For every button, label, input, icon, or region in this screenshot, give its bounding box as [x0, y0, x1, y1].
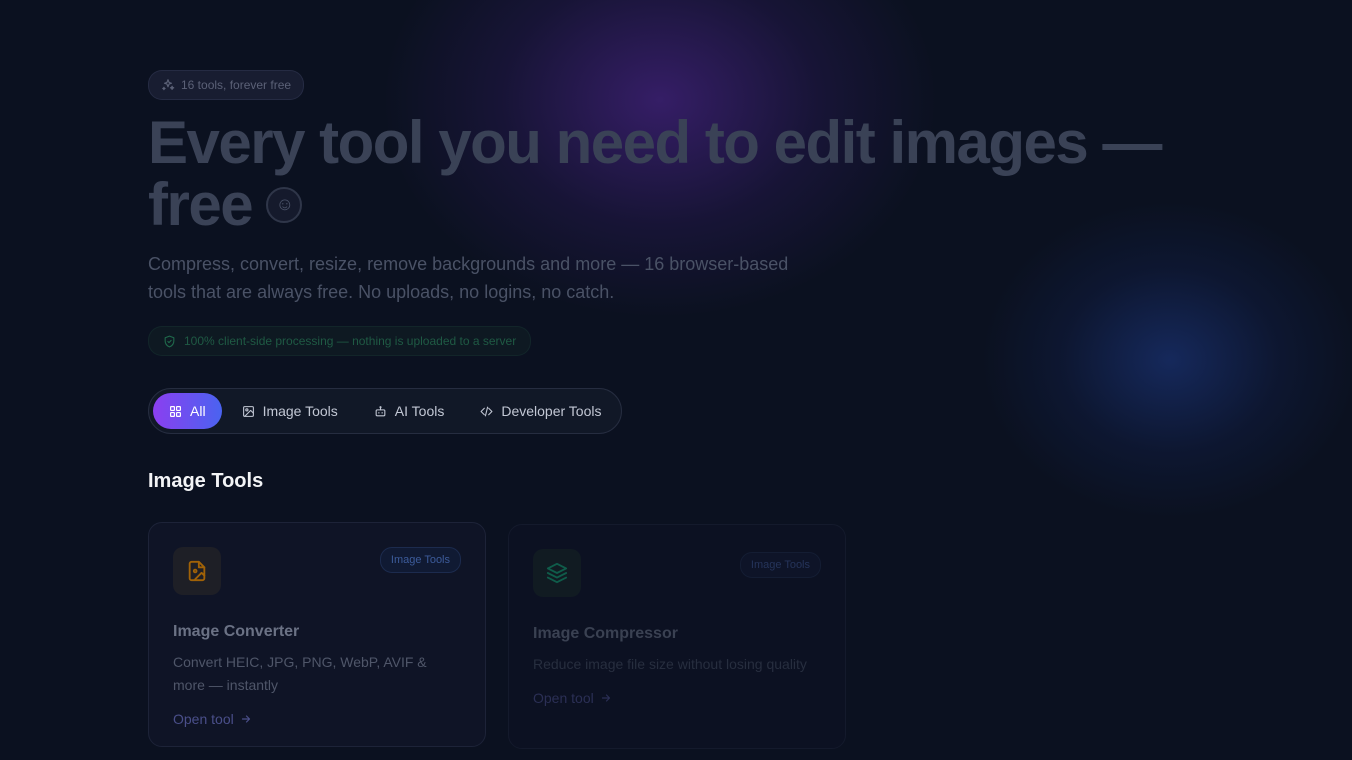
privacy-notice: 100% client-side processing — nothing is… — [148, 326, 532, 356]
page-subtitle: Compress, convert, resize, remove backgr… — [148, 254, 789, 302]
sparkles-icon — [162, 79, 175, 91]
open-tool-link[interactable]: Open tool — [533, 690, 821, 706]
filter-image-tools-button[interactable]: Image Tools — [226, 393, 354, 429]
tools-count-badge: 16 tools, forever free — [148, 70, 305, 100]
file-image-icon — [188, 560, 206, 582]
card-category-tag: Image Tools — [379, 547, 461, 573]
filter-all-button[interactable]: All — [153, 393, 222, 429]
bot-icon — [375, 405, 386, 416]
card-icon-box — [173, 547, 221, 595]
page-title-text: Every tool you need to edit images — fre… — [148, 109, 1162, 238]
open-tool-link[interactable]: Open tool — [173, 711, 461, 727]
arrow-right-icon — [601, 694, 610, 702]
card-title: Image Compressor — [533, 625, 678, 642]
grid-icon — [170, 405, 181, 417]
open-tool-label: Open tool — [533, 690, 594, 706]
shield-check-icon — [164, 335, 175, 347]
page-title: Every tool you need to edit images — fre… — [148, 112, 1248, 236]
card-icon-box — [533, 549, 581, 597]
card-category-tag: Image Tools — [739, 552, 821, 578]
tool-card-image-compressor[interactable]: Image Tools Image Compressor Reduce imag… — [508, 524, 846, 749]
face-emoji-icon: ☺ — [266, 187, 303, 224]
filter-all-label: All — [190, 403, 206, 419]
filter-developer-tools-button[interactable]: Developer Tools — [464, 393, 617, 429]
category-filter-bar: All Image Tools AI Tools Developer Tools — [148, 388, 623, 434]
card-description: Convert HEIC, JPG, PNG, WebP, AVIF & mor… — [173, 654, 427, 693]
section-title: Image Tools — [148, 470, 264, 492]
privacy-text: 100% client-side processing — nothing is… — [184, 334, 517, 348]
background-glow-blue — [980, 200, 1352, 520]
filter-ai-tools-label: AI Tools — [394, 403, 445, 419]
filter-image-tools-label: Image Tools — [262, 403, 338, 419]
filter-developer-tools-label: Developer Tools — [501, 403, 602, 419]
card-description: Reduce image file size without losing qu… — [533, 656, 807, 672]
code-icon — [480, 406, 493, 416]
tool-card-image-converter[interactable]: Image Tools Image Converter Convert HEIC… — [148, 522, 486, 747]
badge-text: 16 tools, forever free — [181, 78, 292, 92]
layers-icon — [546, 562, 568, 584]
open-tool-label: Open tool — [173, 711, 234, 727]
filter-ai-tools-button[interactable]: AI Tools — [358, 393, 461, 429]
arrow-right-icon — [241, 715, 250, 723]
card-title: Image Converter — [173, 623, 300, 640]
image-icon — [242, 405, 254, 417]
